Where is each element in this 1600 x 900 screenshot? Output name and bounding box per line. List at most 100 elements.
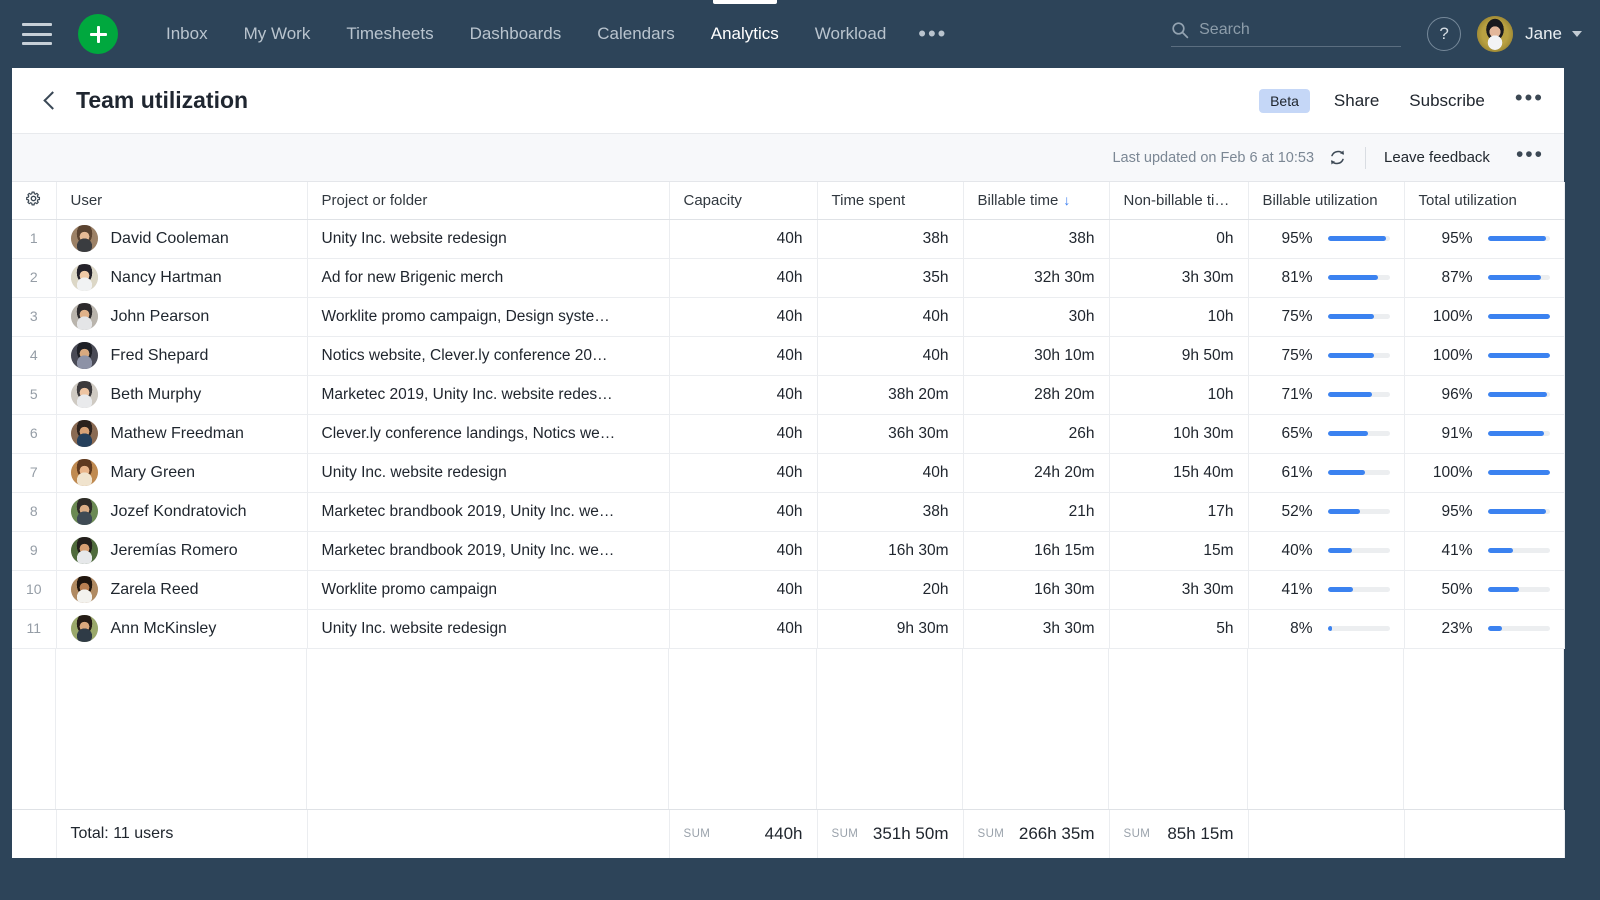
total-utilization-value: 91% — [1441, 424, 1473, 442]
cell-project[interactable]: Worklite promo campaign — [307, 570, 670, 610]
table-row[interactable]: 3 John Pearson Worklite promo campaign, De… — [12, 297, 1565, 337]
nav-item-analytics[interactable]: Analytics — [693, 0, 797, 68]
footer-time-spent-sum: SUM 351h 50m — [817, 810, 964, 858]
cell-total-utilization: 95% — [1404, 492, 1565, 532]
subbar-more-button[interactable]: ••• — [1516, 144, 1544, 165]
avatar — [70, 342, 98, 369]
billable-utilization-value: 8% — [1290, 619, 1313, 637]
column-header-user[interactable]: User — [56, 182, 308, 220]
cell-project[interactable]: Ad for new Brigenic merch — [307, 258, 670, 298]
column-header-project[interactable]: Project or folder — [307, 182, 670, 220]
column-header-billable-time[interactable]: Billable time ↓ — [963, 182, 1110, 220]
cell-user[interactable]: John Pearson — [56, 297, 308, 337]
table-row[interactable]: 11 Ann McKinsley Unity Inc. website redesi… — [12, 609, 1565, 649]
chevron-left-icon[interactable] — [40, 91, 60, 111]
cell-user[interactable]: Jozef Kondratovich — [56, 492, 308, 532]
search-box[interactable] — [1171, 21, 1402, 47]
billable-utilization-bar — [1327, 548, 1390, 553]
user-name: Mary Green — [110, 463, 195, 481]
table-row[interactable]: 2 Nancy Hartman Ad for new Brigenic merch 4… — [12, 258, 1565, 298]
cell-billable-time: 16h 15m — [963, 531, 1110, 571]
search-input[interactable] — [1199, 21, 1402, 39]
column-header-time-spent[interactable]: Time spent — [817, 182, 964, 220]
cell-non-billable-time: 17h — [1109, 492, 1249, 532]
cell-project[interactable]: Unity Inc. website redesign — [307, 609, 670, 649]
column-header-capacity[interactable]: Capacity — [669, 182, 818, 220]
nav-item-calendars[interactable]: Calendars — [579, 0, 693, 68]
cell-user[interactable]: Mary Green — [56, 453, 308, 493]
billable-utilization-value: 65% — [1281, 424, 1313, 442]
cell-project[interactable]: Unity Inc. website redesign — [307, 453, 670, 493]
user-name: Jozef Kondratovich — [110, 502, 247, 520]
table-empty-area — [12, 648, 1564, 809]
total-utilization-value: 100% — [1432, 346, 1473, 364]
cell-project[interactable]: Worklite promo campaign, Design syste… — [307, 297, 670, 337]
cell-billable-utilization: 41% — [1248, 570, 1405, 610]
leave-feedback-button[interactable]: Leave feedback — [1384, 149, 1490, 166]
table-row[interactable]: 10 Zarela Reed Worklite promo campaign 40h 2… — [12, 570, 1565, 610]
table-row[interactable]: 5 Beth Murphy Marketec 2019, Unity Inc. we… — [12, 375, 1565, 415]
header-more-button[interactable]: ••• — [1515, 86, 1544, 109]
subscribe-button[interactable]: Subscribe — [1409, 91, 1485, 111]
cell-total-utilization: 23% — [1404, 609, 1565, 649]
nav-label: Calendars — [597, 24, 675, 43]
cell-capacity: 40h — [669, 414, 818, 454]
share-button[interactable]: Share — [1334, 91, 1379, 111]
user-name: Beth Murphy — [110, 385, 202, 403]
cell-project[interactable]: Marketec brandbook 2019, Unity Inc. we… — [307, 492, 670, 532]
cell-project[interactable]: Marketec 2019, Unity Inc. website redes… — [307, 375, 670, 415]
cell-user[interactable]: Nancy Hartman — [56, 258, 308, 298]
row-index: 10 — [12, 570, 57, 610]
column-header-billable-utilization[interactable]: Billable utilization — [1248, 182, 1405, 220]
cell-total-utilization: 50% — [1404, 570, 1565, 610]
cell-user[interactable]: Mathew Freedman — [56, 414, 308, 454]
table-row[interactable]: 6 Mathew Freedman Clever.ly conference lan… — [12, 414, 1565, 454]
total-utilization-value: 100% — [1432, 463, 1473, 481]
nav-item-timesheets[interactable]: Timesheets — [328, 0, 451, 68]
cell-project[interactable]: Marketec brandbook 2019, Unity Inc. we… — [307, 531, 670, 571]
cell-project[interactable]: Notics website, Clever.ly conference 20… — [307, 336, 670, 376]
cell-user[interactable]: Beth Murphy — [56, 375, 308, 415]
cell-user[interactable]: Ann McKinsley — [56, 609, 308, 649]
cell-time-spent: 36h 30m — [817, 414, 964, 454]
nav-item-dashboards[interactable]: Dashboards — [452, 0, 580, 68]
cell-user[interactable]: Zarela Reed — [56, 570, 308, 610]
cell-user[interactable]: Fred Shepard — [56, 336, 308, 376]
table-row[interactable]: 9 Jeremías Romero Marketec brandbook 2019,… — [12, 531, 1565, 571]
table-row[interactable]: 1 David Cooleman Unity Inc. website redesi… — [12, 219, 1565, 259]
cell-total-utilization: 100% — [1404, 297, 1565, 337]
column-header-total-utilization[interactable]: Total utilization — [1404, 182, 1565, 220]
cell-time-spent: 35h — [817, 258, 964, 298]
cell-user[interactable]: David Cooleman — [56, 219, 308, 259]
user-avatar[interactable] — [1477, 16, 1514, 52]
billable-utilization-bar — [1327, 392, 1390, 397]
cell-billable-utilization: 8% — [1248, 609, 1405, 649]
help-icon[interactable]: ? — [1427, 17, 1462, 51]
nav-item-inbox[interactable]: Inbox — [148, 0, 226, 68]
create-plus-button[interactable] — [78, 14, 118, 54]
row-index: 7 — [12, 453, 57, 493]
cell-user[interactable]: Jeremías Romero — [56, 531, 308, 571]
table-row[interactable]: 7 Mary Green Unity Inc. website redesign 40… — [12, 453, 1565, 493]
table-row[interactable]: 8 Jozef Kondratovich Marketec brandbook 20… — [12, 492, 1565, 532]
total-utilization-bar — [1487, 587, 1550, 592]
nav-overflow-button[interactable]: ••• — [904, 0, 961, 68]
column-settings-button[interactable] — [12, 182, 57, 220]
cell-project[interactable]: Clever.ly conference landings, Notics we… — [307, 414, 670, 454]
hamburger-menu-icon[interactable] — [22, 23, 52, 45]
nav-item-my-work[interactable]: My Work — [226, 0, 329, 68]
cell-non-billable-time: 0h — [1109, 219, 1249, 259]
nav-item-workload[interactable]: Workload — [797, 0, 905, 68]
billable-utilization-value: 61% — [1281, 463, 1313, 481]
column-header-non-billable-time[interactable]: Non-billable time — [1109, 182, 1249, 220]
refresh-icon[interactable] — [1328, 148, 1347, 167]
avatar — [70, 381, 98, 408]
cell-project[interactable]: Unity Inc. website redesign — [307, 219, 670, 259]
cell-time-spent: 38h 20m — [817, 375, 964, 415]
billable-utilization-bar — [1327, 626, 1390, 631]
row-index: 3 — [12, 297, 57, 337]
table-row[interactable]: 4 Fred Shepard Notics website, Clever.ly c… — [12, 336, 1565, 376]
sum-value: 351h 50m — [872, 824, 949, 843]
chevron-down-icon[interactable] — [1572, 31, 1582, 37]
row-index: 1 — [12, 219, 57, 259]
